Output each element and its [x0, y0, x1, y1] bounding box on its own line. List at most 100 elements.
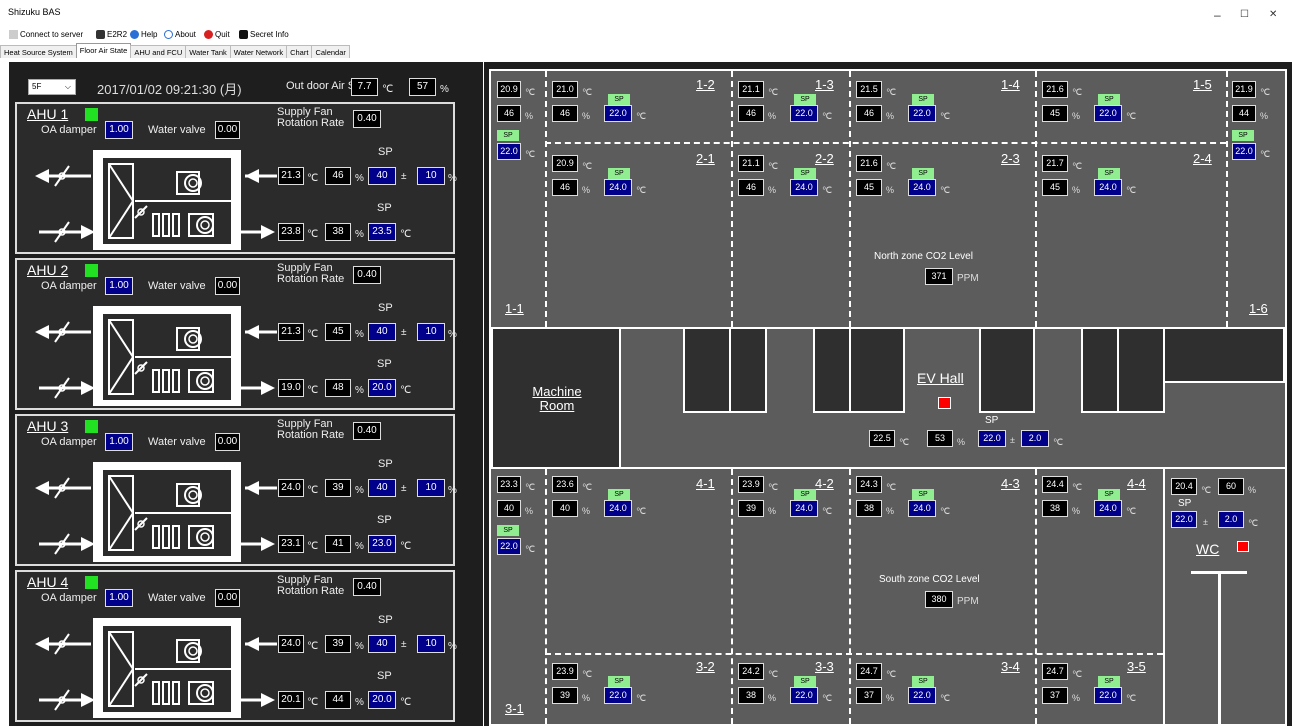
- zone-name[interactable]: 1-3: [815, 77, 834, 92]
- zone-name[interactable]: 1-5: [1193, 77, 1212, 92]
- zone-name[interactable]: 4-4: [1127, 476, 1146, 491]
- maximize-button[interactable]: ☐: [1240, 9, 1249, 20]
- zone-setpoint[interactable]: 22.0: [790, 105, 818, 122]
- tab-chart[interactable]: Chart: [286, 45, 313, 58]
- about-button[interactable]: About: [164, 30, 196, 39]
- humidity-band[interactable]: 10: [417, 479, 445, 497]
- zone-setpoint[interactable]: 22.0: [497, 538, 521, 555]
- zone-setpoint[interactable]: 24.0: [604, 500, 632, 517]
- zone-name[interactable]: 3-3: [815, 659, 834, 674]
- zone-name[interactable]: 3-4: [1001, 659, 1020, 674]
- zone-humidity: 39: [738, 500, 764, 517]
- ahu-2-panel: AHU 2 OA damper 1.00 Water valve 0.00 Su…: [15, 258, 457, 410]
- zone-name[interactable]: 2-4: [1193, 151, 1212, 166]
- wc-sp-temp[interactable]: 22.0: [1171, 511, 1197, 528]
- ahu-status-indicator: [85, 108, 98, 121]
- quit-button[interactable]: Quit: [204, 30, 230, 39]
- ahu-name[interactable]: AHU 1: [27, 106, 68, 122]
- spy-icon: [239, 30, 248, 39]
- zone-temp: 23.9: [738, 476, 764, 493]
- tab-water-network[interactable]: Water Network: [229, 45, 288, 58]
- humidity-setpoint[interactable]: 40: [368, 323, 396, 341]
- zone-name[interactable]: 3-2: [696, 659, 715, 674]
- wc-label: WC: [1196, 541, 1220, 557]
- humidity-band[interactable]: 10: [417, 167, 445, 185]
- zone-setpoint[interactable]: 24.0: [1094, 500, 1122, 517]
- return-temp: 23.8: [278, 223, 304, 241]
- humidity-setpoint[interactable]: 40: [368, 479, 396, 497]
- zone-setpoint[interactable]: 22.0: [604, 105, 632, 122]
- zone-setpoint[interactable]: 22.0: [908, 687, 936, 704]
- e2r2-button[interactable]: E2R2: [96, 30, 127, 39]
- zone-setpoint[interactable]: 24.0: [604, 179, 632, 196]
- supply-fan-rate: 0.40: [353, 110, 381, 128]
- connect-button[interactable]: Connect to server: [9, 30, 83, 39]
- zone-humidity: 45: [856, 179, 882, 196]
- zone-name[interactable]: 3-5: [1127, 659, 1146, 674]
- ahu-name[interactable]: AHU 4: [27, 574, 68, 590]
- humidity-setpoint[interactable]: 40: [368, 167, 396, 185]
- zone-humidity: 38: [856, 500, 882, 517]
- zone-setpoint[interactable]: 22.0: [790, 687, 818, 704]
- floor-select[interactable]: 5F ⌵: [28, 79, 76, 95]
- zone-setpoint[interactable]: 24.0: [908, 179, 936, 196]
- temp-setpoint[interactable]: 23.5: [368, 223, 396, 241]
- ev-hall-sp-temp[interactable]: 22.0: [978, 430, 1006, 447]
- zone-setpoint[interactable]: 24.0: [1094, 179, 1122, 196]
- tab-ahu-fcu[interactable]: AHU and FCU: [130, 45, 187, 58]
- zone-setpoint[interactable]: 22.0: [1232, 143, 1256, 160]
- zone-name[interactable]: 1-2: [696, 77, 715, 92]
- zone-setpoint[interactable]: 22.0: [908, 105, 936, 122]
- zone-setpoint[interactable]: 22.0: [1094, 105, 1122, 122]
- zone-setpoint[interactable]: 24.0: [790, 179, 818, 196]
- zone-setpoint[interactable]: 24.0: [908, 500, 936, 517]
- minimize-button[interactable]: –: [1214, 8, 1221, 22]
- zone-humidity: 38: [738, 687, 764, 704]
- zone-setpoint[interactable]: 24.0: [790, 500, 818, 517]
- zone-humidity: 45: [1042, 105, 1068, 122]
- ahu-name[interactable]: AHU 2: [27, 262, 68, 278]
- temp-setpoint[interactable]: 23.0: [368, 535, 396, 553]
- window-title: Shizuku BAS: [8, 7, 61, 17]
- close-button[interactable]: ✕: [1269, 9, 1277, 20]
- south-co2-value: 380: [925, 591, 953, 608]
- tab-heat-source[interactable]: Heat Source System: [0, 45, 77, 58]
- zone-setpoint[interactable]: 22.0: [497, 143, 521, 160]
- zone-humidity: 46: [856, 105, 882, 122]
- zone-temp: 21.9: [1232, 81, 1256, 98]
- zone-name[interactable]: 4-3: [1001, 476, 1020, 491]
- zone-name[interactable]: 1-4: [1001, 77, 1020, 92]
- ev-hall-sp-band[interactable]: 2.0: [1021, 430, 1049, 447]
- zone-temp: 21.6: [856, 155, 882, 172]
- temp-setpoint[interactable]: 20.0: [368, 691, 396, 709]
- ahu-panel: 5F ⌵ 2017/01/02 09:21:30 (月) Out door Air…: [9, 62, 483, 726]
- ahu-name[interactable]: AHU 3: [27, 418, 68, 434]
- zone-name[interactable]: 4-1: [696, 476, 715, 491]
- tab-floor-air-state[interactable]: Floor Air State: [75, 43, 132, 58]
- humidity-band[interactable]: 10: [417, 635, 445, 653]
- humidity-band[interactable]: 10: [417, 323, 445, 341]
- sp-badge: SP: [912, 94, 934, 105]
- tab-calendar[interactable]: Calendar: [311, 45, 350, 58]
- zone-temp: 21.0: [552, 81, 578, 98]
- zone-name[interactable]: 2-2: [815, 151, 834, 166]
- zone-humidity: 46: [738, 105, 764, 122]
- help-button[interactable]: Help: [130, 30, 157, 39]
- temp-setpoint[interactable]: 20.0: [368, 379, 396, 397]
- zone-name[interactable]: 4-2: [815, 476, 834, 491]
- zone-name[interactable]: 3-1: [505, 701, 524, 716]
- tab-water-tank[interactable]: Water Tank: [185, 45, 231, 58]
- zone-name[interactable]: 2-3: [1001, 151, 1020, 166]
- wc-sp-band[interactable]: 2.0: [1218, 511, 1244, 528]
- zone-name[interactable]: 1-1: [505, 301, 524, 316]
- zone-name[interactable]: 2-1: [696, 151, 715, 166]
- floor-plan: Machine Room EV Hall SP 22.5 ℃ 53 % 22.0 …: [489, 69, 1287, 726]
- sp-badge: SP: [794, 168, 816, 179]
- zone-temp: 21.7: [1042, 155, 1068, 172]
- zone-name[interactable]: 1-6: [1249, 301, 1268, 316]
- zone-setpoint[interactable]: 22.0: [604, 687, 632, 704]
- secret-info-button[interactable]: Secret Info: [239, 30, 289, 39]
- zone-humidity: 46: [552, 179, 578, 196]
- zone-setpoint[interactable]: 22.0: [1094, 687, 1122, 704]
- humidity-setpoint[interactable]: 40: [368, 635, 396, 653]
